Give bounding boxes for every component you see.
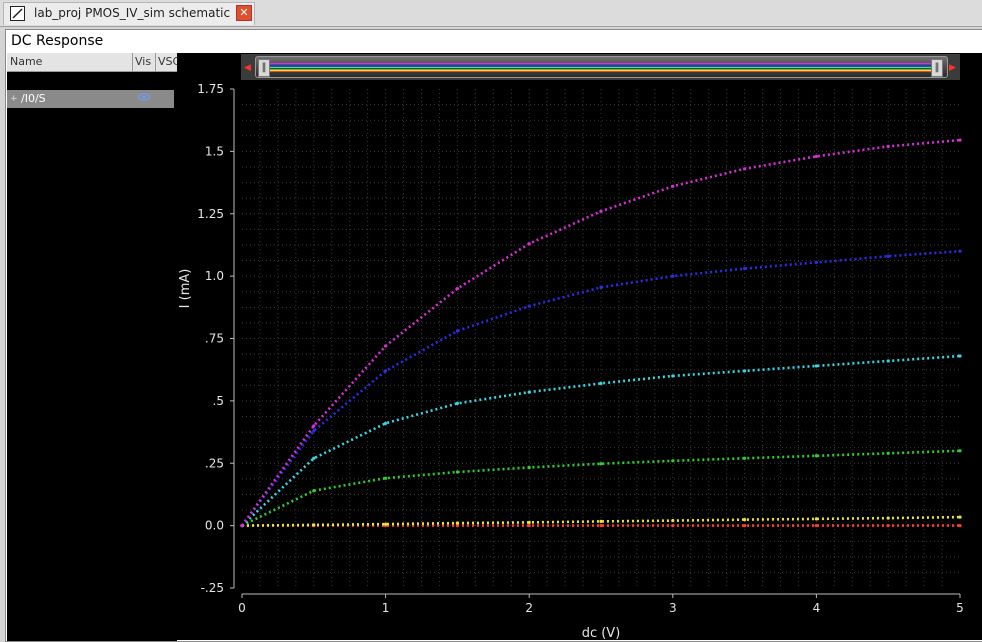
data-point: [240, 524, 244, 528]
data-point: [743, 369, 747, 373]
data-point: [599, 209, 603, 213]
data-point: [743, 167, 747, 171]
data-point: [886, 254, 890, 258]
data-point: [312, 456, 316, 460]
data-point: [671, 184, 675, 188]
y-tick-label: 1.75: [197, 82, 224, 96]
x-tick-label: 2: [525, 601, 533, 615]
x-tick-label: 0: [238, 601, 246, 615]
data-point: [599, 524, 603, 528]
data-point: [527, 304, 531, 308]
dc-response-chart: -.25 0.0 .25 .5 .75 1.0 1.25 1.5 1.75 0 1 2 3 4 5 dc (V…: [178, 82, 964, 640]
data-point: [743, 518, 747, 522]
data-point: [312, 424, 316, 428]
y-tick-label: .5: [213, 394, 224, 408]
data-point: [886, 516, 890, 520]
data-point: [527, 524, 531, 528]
data-point: [527, 390, 531, 394]
x-tick-label: 1: [382, 601, 390, 615]
data-point: [958, 524, 962, 528]
series-line: [241, 449, 961, 527]
data-point: [384, 369, 388, 373]
data-point: [743, 524, 747, 528]
data-point: [384, 421, 388, 425]
data-point: [886, 144, 890, 148]
y-tick-label: 1.5: [205, 144, 224, 158]
data-point: [671, 374, 675, 378]
data-point: [958, 515, 962, 519]
data-point: [312, 523, 316, 527]
data-point: [384, 476, 388, 480]
y-tick-label: .75: [205, 332, 224, 346]
x-tick-label: 3: [669, 601, 677, 615]
y-tick-label: 0.0: [205, 519, 224, 533]
data-point: [455, 401, 459, 405]
data-point: [527, 242, 531, 246]
data-point: [455, 287, 459, 291]
data-point: [671, 524, 675, 528]
data-point: [384, 522, 388, 526]
y-tick-label: .25: [205, 456, 224, 470]
data-point: [886, 451, 890, 455]
data-point: [743, 267, 747, 271]
data-point: [527, 465, 531, 470]
data-point: [599, 285, 603, 289]
x-tick-label: 5: [956, 601, 964, 615]
data-point: [671, 519, 675, 523]
data-point: [455, 521, 459, 525]
data-point: [455, 329, 459, 333]
data-point: [814, 524, 819, 528]
x-axis-label: dc (V): [582, 626, 621, 640]
data-point: [743, 456, 747, 460]
data-point: [958, 249, 962, 253]
data-point: [527, 520, 531, 524]
data-point: [814, 364, 819, 368]
y-tick-label: 1.25: [197, 207, 224, 221]
data-point: [671, 459, 675, 463]
data-point: [599, 462, 603, 466]
y-tick-label: -.25: [201, 581, 224, 595]
data-point: [814, 260, 819, 265]
data-point: [384, 344, 388, 348]
data-point: [814, 154, 819, 158]
data-point: [671, 274, 675, 278]
data-point: [312, 429, 316, 433]
data-point: [886, 359, 890, 363]
y-axis-label: I (mA): [178, 269, 193, 309]
y-tick-label: 1.0: [205, 269, 224, 283]
data-point: [312, 489, 316, 493]
data-point: [958, 354, 962, 358]
data-point: [455, 470, 459, 474]
data-point: [958, 449, 962, 453]
data-point: [814, 454, 819, 458]
data-point: [958, 138, 962, 142]
data-point: [599, 381, 603, 386]
data-point: [886, 524, 890, 528]
x-tick-label: 4: [813, 601, 821, 615]
data-point: [599, 519, 603, 523]
data-point: [814, 517, 819, 521]
